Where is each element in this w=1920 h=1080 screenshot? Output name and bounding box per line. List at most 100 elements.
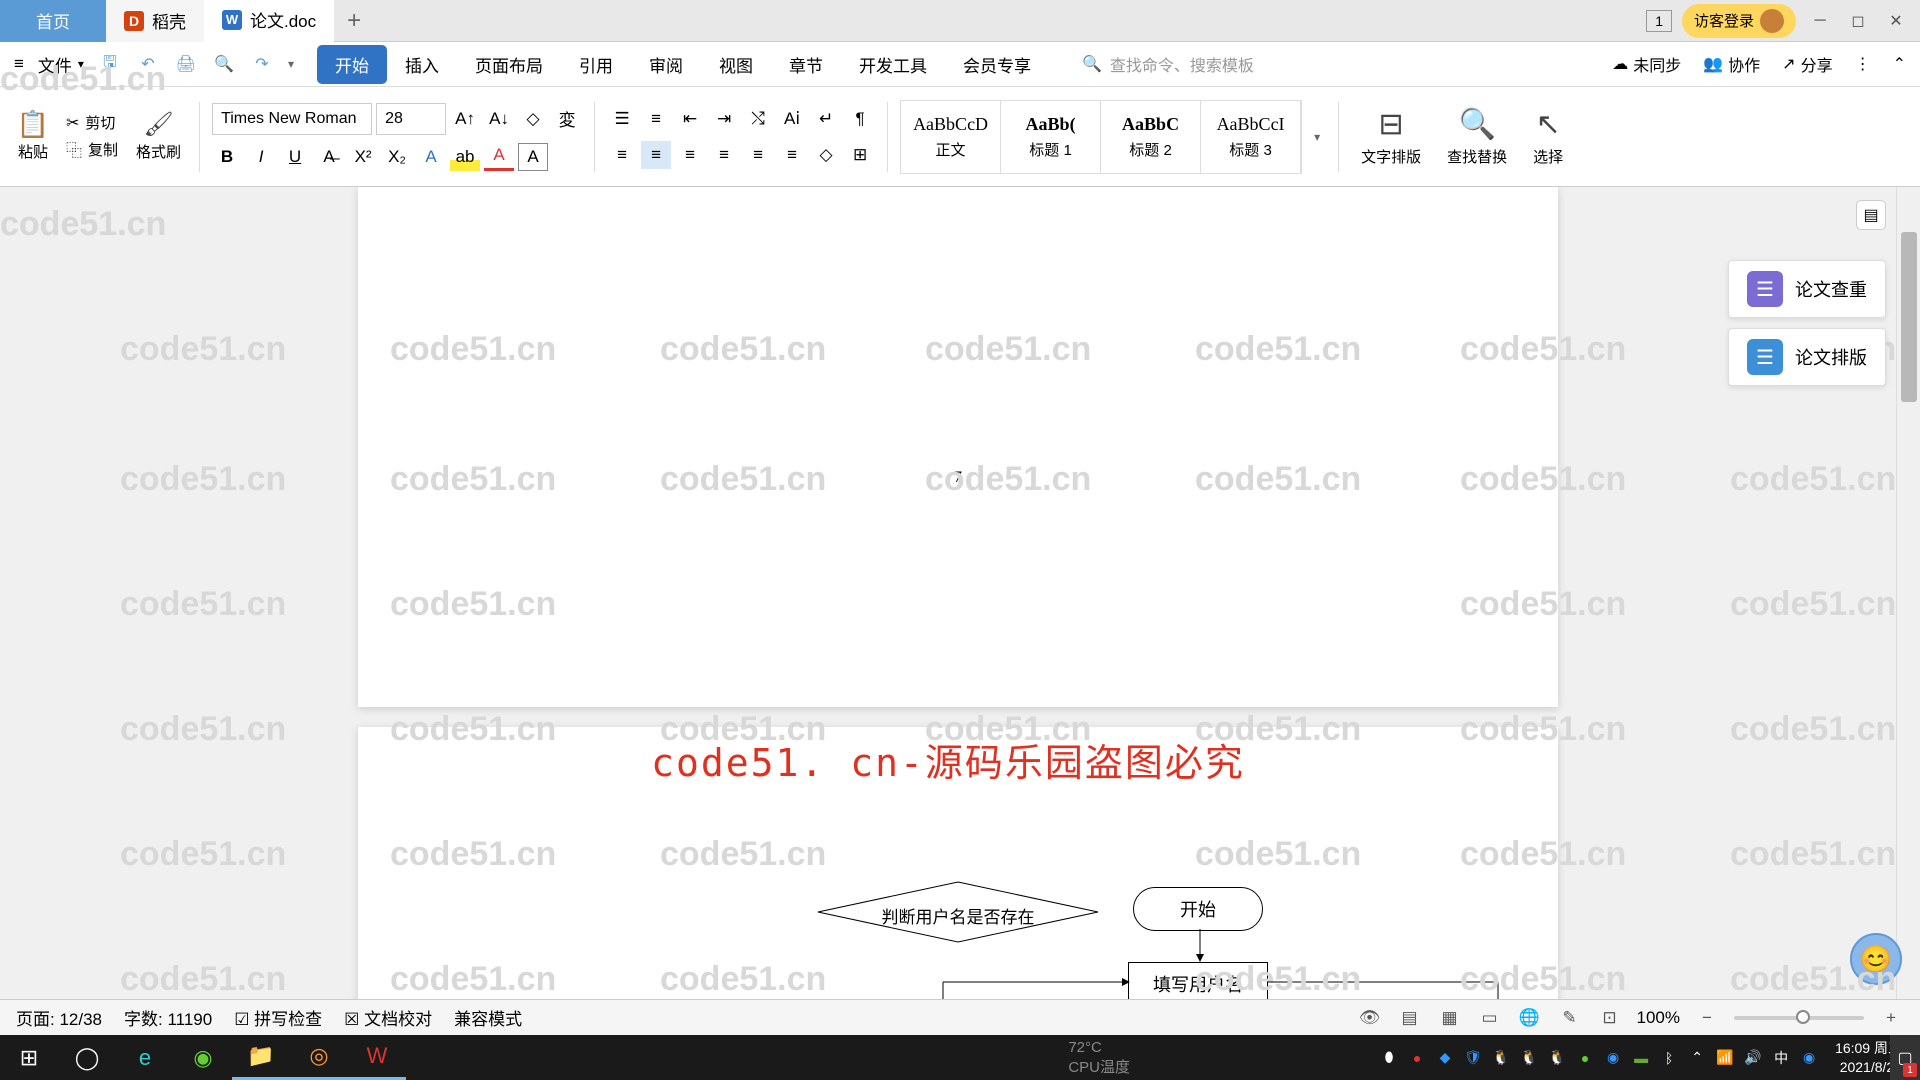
scrollbar-thumb[interactable] [1901,232,1917,402]
align-left-icon[interactable]: ≡ [607,141,637,169]
tab-chapter[interactable]: 章节 [771,45,841,84]
web-view-icon[interactable]: 🌐 [1517,1005,1543,1031]
zoom-in-icon[interactable]: + [1878,1005,1904,1031]
print-icon[interactable]: 🖨 [174,52,198,76]
font-size-select[interactable] [376,103,446,135]
tray-up-icon[interactable]: ⌃ [1685,1046,1709,1070]
style-more-icon[interactable]: ▾ [1308,130,1326,144]
font-color-button[interactable]: A [484,143,514,171]
paste-label[interactable]: 粘贴 [18,141,48,162]
cut-button[interactable]: ✂剪切 [66,112,115,133]
tray-icon[interactable]: ⬮ [1377,1046,1401,1070]
find-replace-button[interactable]: 🔍查找替换 [1437,107,1517,167]
tab-start[interactable]: 开始 [317,45,387,84]
maximize-button[interactable]: ◻ [1844,7,1872,35]
sort-icon[interactable]: Aⅰ [777,105,807,133]
wps-icon[interactable]: W [348,1035,406,1080]
tab-add-button[interactable]: + [334,7,374,35]
eye-icon[interactable]: 👁 [1357,1005,1383,1031]
increase-indent-icon[interactable]: ⇥ [709,105,739,133]
line-break-icon[interactable]: ↵ [811,105,841,133]
read-view-icon[interactable]: ▭ [1477,1005,1503,1031]
redo-icon[interactable]: ↷ [250,52,274,76]
zoom-out-icon[interactable]: − [1694,1005,1720,1031]
tab-reference[interactable]: 引用 [561,45,631,84]
decrease-indent-icon[interactable]: ⇤ [675,105,705,133]
login-button[interactable]: 访客登录 [1682,4,1796,38]
tray-icon[interactable]: ◆ [1433,1046,1457,1070]
ime-icon[interactable]: 中 [1769,1046,1793,1070]
asian-layout-icon[interactable]: ⤭ [743,105,773,133]
hamburger-icon[interactable]: ≡ [14,54,24,74]
subscript-button[interactable]: X₂ [382,143,412,171]
select-button[interactable]: ↖选择 [1523,107,1573,167]
tray-icon[interactable]: 🐧 [1517,1046,1541,1070]
highlight-button[interactable]: ab [450,143,480,171]
save-icon[interactable]: 🖫 [98,52,122,76]
outline-view-icon[interactable]: ▦ [1437,1005,1463,1031]
page-indicator[interactable]: 页面: 12/38 [16,1005,102,1030]
tray-icon[interactable]: 🐧 [1545,1046,1569,1070]
tray-icon[interactable]: ▬ [1629,1046,1653,1070]
command-search[interactable]: 🔍 查找命令、搜索模板 [1082,52,1254,76]
bluetooth-icon[interactable]: ᛒ [1657,1046,1681,1070]
start-button[interactable]: ⊞ [0,1035,58,1080]
tab-document[interactable]: W 论文.doc [204,0,334,42]
text-layout-button[interactable]: ⊟文字排版 [1351,107,1431,167]
align-right-icon[interactable]: ≡ [675,141,705,169]
bullet-list-icon[interactable]: ☰ [607,105,637,133]
tray-icon[interactable]: ● [1573,1046,1597,1070]
tray-icon[interactable]: ◉ [1797,1046,1821,1070]
distribute-icon[interactable]: ≡ [743,141,773,169]
paper-layout-button[interactable]: ☰ 论文排版 [1728,328,1886,386]
tab-vip[interactable]: 会员专享 [945,45,1049,84]
annotate-icon[interactable]: ✎ [1557,1005,1583,1031]
paste-icon[interactable]: 📋 [20,111,46,137]
sync-button[interactable]: ☁未同步 [1612,52,1681,76]
cortana-icon[interactable]: ◯ [58,1035,116,1080]
file-menu[interactable]: 文件 ▾ [38,52,84,77]
format-painter-label[interactable]: 格式刷 [136,141,181,162]
qat-dropdown-icon[interactable]: ▾ [288,57,294,71]
char-border-button[interactable]: A [518,143,548,171]
italic-button[interactable]: I [246,143,276,171]
tray-icon[interactable]: 🐧 [1489,1046,1513,1070]
more-icon[interactable]: ⋮ [1855,54,1871,74]
border-icon[interactable]: ⊞ [845,141,875,169]
tab-layout[interactable]: 页面布局 [457,45,561,84]
align-center-icon[interactable]: ≡ [641,141,671,169]
shading-icon[interactable]: ◇ [811,141,841,169]
help-button[interactable]: 😊 [1850,933,1902,985]
tray-icon[interactable]: ● [1405,1046,1429,1070]
collab-button[interactable]: 👥协作 [1703,52,1760,76]
underline-button[interactable]: U [280,143,310,171]
undo-icon[interactable]: ↶ [136,52,160,76]
tab-view[interactable]: 视图 [701,45,771,84]
line-spacing-icon[interactable]: ≡ [777,141,807,169]
tray-icon[interactable]: ◉ [1601,1046,1625,1070]
explorer-icon[interactable]: 📁 [232,1035,290,1080]
style-heading2[interactable]: AaBbC标题 2 [1101,101,1201,173]
tab-insert[interactable]: 插入 [387,45,457,84]
page-view-icon[interactable]: ▤ [1397,1005,1423,1031]
clear-format-icon[interactable]: ◇ [518,105,548,133]
tab-devtools[interactable]: 开发工具 [841,45,945,84]
tab-home[interactable]: 首页 [0,0,106,42]
minimize-button[interactable]: ─ [1806,7,1834,35]
phonetic-icon[interactable]: 変 [552,105,582,133]
zoom-thumb[interactable] [1796,1010,1810,1024]
vertical-scrollbar[interactable] [1896,187,1920,999]
collapse-ribbon-icon[interactable]: ⌃ [1893,54,1906,74]
app-icon[interactable]: ◎ [290,1035,348,1080]
bold-button[interactable]: B [212,143,242,171]
ie-icon[interactable]: e [116,1035,174,1080]
browser-icon[interactable]: ◉ [174,1035,232,1080]
increase-font-icon[interactable]: A↑ [450,105,480,133]
doc-proofing[interactable]: ☒ 文档校对 [344,1005,432,1030]
number-list-icon[interactable]: ≡ [641,105,671,133]
fit-page-icon[interactable]: ⊡ [1597,1005,1623,1031]
preview-icon[interactable]: 🔍 [212,52,236,76]
close-button[interactable]: ✕ [1882,7,1910,35]
font-name-select[interactable] [212,103,372,135]
share-button[interactable]: ↗分享 [1782,52,1832,76]
